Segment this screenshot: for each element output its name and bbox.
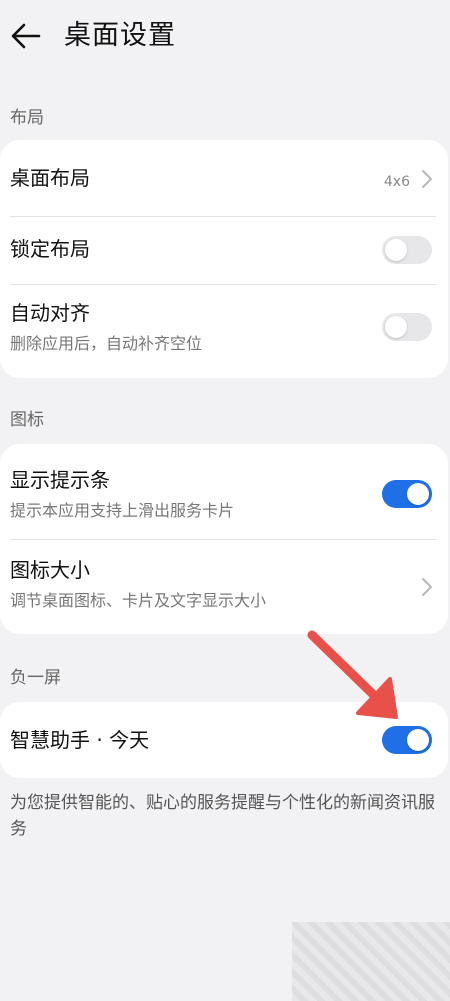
row-show-hint-bar[interactable]: 显示提示条 提示本应用支持上滑出服务卡片 — [0, 444, 448, 539]
page-title: 桌面设置 — [64, 20, 176, 51]
chevron-right-icon — [422, 170, 432, 188]
row-desktop-layout[interactable]: 桌面布局 4x6 — [0, 140, 448, 216]
toggle-knob — [385, 316, 407, 338]
icons-card: 显示提示条 提示本应用支持上滑出服务卡片 图标大小 调节桌面图标、卡片及文字显示… — [0, 444, 448, 634]
smart-assistant-toggle[interactable] — [382, 726, 432, 754]
row-title: 显示提示条 — [10, 468, 110, 492]
layout-value: 4x6 — [383, 174, 410, 190]
auto-align-toggle[interactable] — [382, 313, 432, 341]
chevron-right-icon — [422, 578, 432, 596]
row-title: 锁定布局 — [10, 237, 90, 261]
header-bar: 桌面设置 — [0, 0, 450, 80]
toggle-knob — [407, 483, 429, 505]
lock-layout-toggle[interactable] — [382, 236, 432, 264]
row-icon-size[interactable]: 图标大小 调节桌面图标、卡片及文字显示大小 — [0, 540, 448, 634]
row-subtitle: 提示本应用支持上滑出服务卡片 — [10, 501, 235, 520]
row-title: 智慧助手 · 今天 — [10, 728, 150, 752]
arrow-left-icon — [11, 23, 41, 49]
row-lock-layout[interactable]: 锁定布局 — [0, 217, 448, 283]
show-hint-bar-toggle[interactable] — [382, 480, 432, 508]
watermark-blur — [292, 922, 450, 1001]
row-subtitle: 调节桌面图标、卡片及文字显示大小 — [10, 591, 267, 610]
back-button[interactable] — [6, 16, 46, 56]
smart-assistant-description: 为您提供智能的、贴心的服务提醒与个性化的新闻资讯服务 — [10, 793, 435, 839]
row-auto-align[interactable]: 自动对齐 删除应用后，自动补齐空位 — [0, 285, 448, 378]
row-title: 桌面布局 — [10, 166, 90, 190]
row-subtitle: 删除应用后，自动补齐空位 — [10, 334, 203, 353]
annotation-arrow-icon — [307, 630, 398, 719]
section-label-icons: 图标 — [10, 410, 44, 430]
row-title: 图标大小 — [10, 558, 90, 582]
section-label-layout: 布局 — [10, 108, 44, 128]
toggle-knob — [407, 729, 429, 751]
section-label-minus-one-screen: 负一屏 — [10, 668, 61, 688]
layout-card: 桌面布局 4x6 锁定布局 自动对齐 删除应用后，自动补齐空位 — [0, 140, 448, 378]
row-title: 自动对齐 — [10, 301, 90, 325]
toggle-knob — [385, 239, 407, 261]
